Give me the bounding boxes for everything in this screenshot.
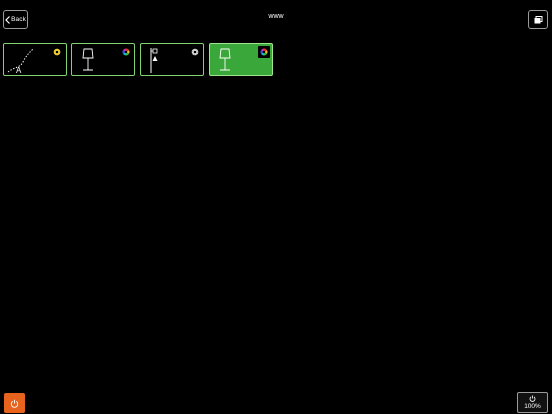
tile-table-lamp[interactable] xyxy=(71,43,135,76)
tile-letter: A xyxy=(16,66,22,75)
color-wheel-icon xyxy=(258,46,270,58)
window-icon xyxy=(534,15,542,23)
table-lamp-icon xyxy=(82,48,94,71)
master-level-value: 100% xyxy=(524,403,541,410)
page-title: www xyxy=(268,13,284,20)
power-button[interactable] xyxy=(4,393,25,413)
power-icon xyxy=(529,395,536,402)
tile-table-lamp-2[interactable] xyxy=(209,43,273,76)
power-icon xyxy=(10,399,19,408)
color-wheel-icon xyxy=(191,48,199,56)
tile-led-strip[interactable]: A xyxy=(3,43,67,76)
app-root: Back www A 100% xyxy=(0,0,552,414)
master-level-button[interactable]: 100% xyxy=(517,392,548,413)
color-wheel-icon xyxy=(122,48,130,56)
color-wheel-icon xyxy=(53,48,61,56)
tile-floor-lamp[interactable] xyxy=(140,43,204,76)
floor-lamp-icon xyxy=(150,48,158,73)
window-toggle-button[interactable] xyxy=(528,10,548,29)
table-lamp-icon xyxy=(219,48,231,71)
